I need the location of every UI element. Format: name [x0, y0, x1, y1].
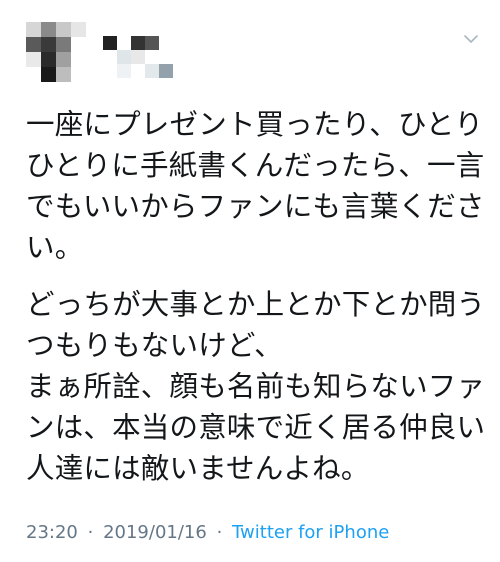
meta-separator: · — [216, 522, 223, 543]
tweet-meta: 23:20 · 2019/01/16 · Twitter for iPhone — [26, 522, 389, 543]
tweet-date[interactable]: 2019/01/16 — [103, 522, 207, 543]
tweet-card: 一座にプレゼント買ったり、ひとりひとりに手紙書くんだったら、一言でもいいからファ… — [0, 0, 500, 562]
tweet-time[interactable]: 23:20 — [26, 522, 78, 543]
tweet-paragraph: 一座にプレゼント買ったり、ひとりひとりに手紙書くんだったら、一言でもいいからファ… — [26, 108, 485, 264]
tweet-source-link[interactable]: Twitter for iPhone — [232, 522, 389, 543]
meta-separator: · — [87, 522, 94, 543]
tweet-paragraph: どっちが大事とか上とか下とか問うつもりもないけど、 まぁ所詮、顔も名前も知らない… — [26, 288, 486, 485]
avatar[interactable] — [26, 22, 86, 82]
author-name-pixelated[interactable] — [103, 36, 187, 78]
chevron-down-icon[interactable] — [464, 32, 478, 46]
tweet-text: 一座にプレゼント買ったり、ひとりひとりに手紙書くんだったら、一言でもいいからファ… — [26, 104, 486, 505]
